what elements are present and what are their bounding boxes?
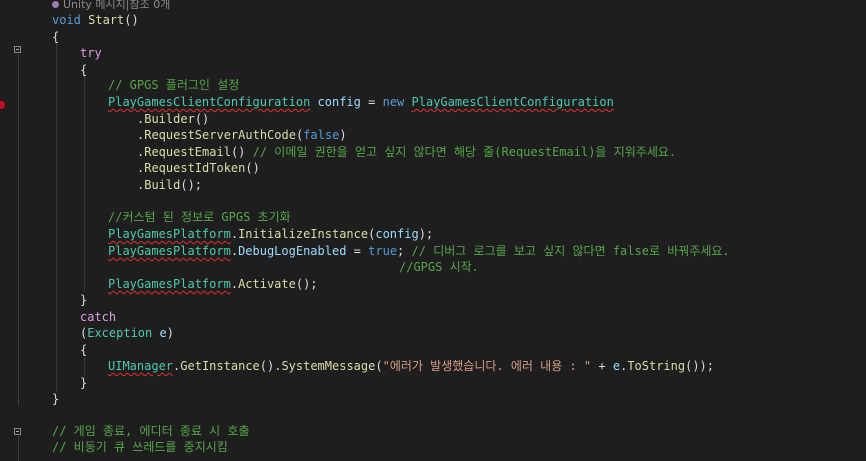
code-line[interactable]: // 비동기 큐 쓰레드를 중지시킴 [52,439,228,455]
code-line[interactable]: { [52,29,59,45]
code-line[interactable]: } [52,391,59,407]
code-line[interactable]: { [80,342,87,358]
code-line[interactable]: UIManager.GetInstance().SystemMessage("에… [108,358,714,374]
collapse-comment-icon[interactable] [14,428,21,435]
code-line[interactable]: PlayGamesPlatform.Activate(); [108,276,318,292]
indent-guide [56,44,57,392]
code-editor[interactable]: Unity 메시지|참조 0개 void Start() { try { // … [0,0,866,461]
code-line[interactable]: // GPGS 플러그인 설정 [108,77,239,93]
code-line[interactable]: try [80,45,102,61]
code-line[interactable]: .RequestEmail() // 이메일 권한을 얻고 싶지 않다면 해당 … [137,144,676,160]
unity-message-icon [52,1,59,8]
code-line[interactable]: PlayGamesClientConfiguration config = ne… [108,94,614,110]
code-line[interactable]: void Start() [52,12,139,28]
code-line[interactable]: .RequestServerAuthCode(false) [137,127,347,143]
code-line[interactable]: } [80,375,87,391]
code-line[interactable]: PlayGamesPlatform.DebugLogEnabled = true… [108,243,730,259]
code-line[interactable]: catch [80,309,116,325]
code-line[interactable]: { [80,62,87,78]
editor-gutter [0,0,30,461]
indent-guide [84,76,85,292]
fold-line [18,54,19,406]
code-line[interactable]: .Builder() [137,111,209,127]
code-line[interactable]: (Exception e) [80,325,174,341]
code-line[interactable]: .Build(); [137,177,202,193]
code-line[interactable]: } [80,292,87,308]
collapse-start-icon[interactable] [14,46,21,53]
code-line[interactable]: //커스텀 된 정보로 GPGS 초기화 [108,209,291,225]
breakpoint-icon[interactable] [0,101,5,109]
code-line[interactable]: .RequestIdToken() [137,160,260,176]
code-line[interactable]: PlayGamesPlatform.InitializeInstance(con… [108,226,433,242]
fold-line [18,436,19,461]
code-line[interactable]: // 게임 종료, 에디터 종료 시 호출 [52,423,250,439]
code-line[interactable]: //GPGS 시작. [399,259,479,275]
